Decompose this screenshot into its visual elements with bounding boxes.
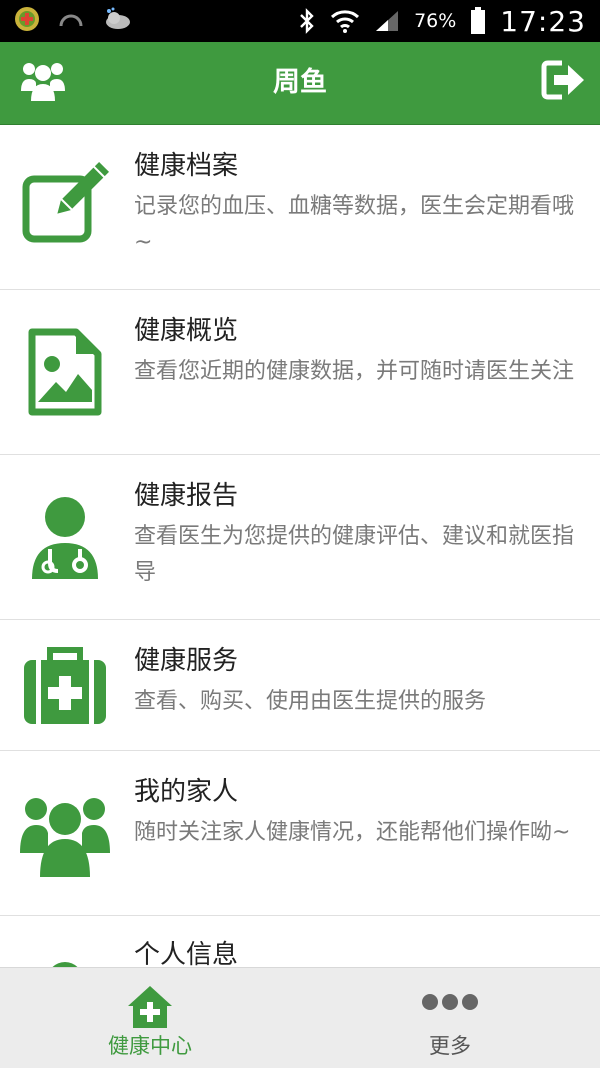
image-file-icon — [28, 328, 102, 416]
page-title: 周鱼 — [273, 67, 327, 98]
status-time: 17:23 — [500, 4, 586, 38]
item-title: 我的家人 — [134, 777, 239, 807]
item-title: 健康概览 — [134, 316, 239, 346]
item-description: 查看您近期的健康数据，并可随时请医生关注 — [134, 359, 575, 384]
tab-health-center[interactable]: 健康中心 — [0, 968, 300, 1068]
item-description: 查看医生为您提供的健康评估、建议和就医指导 — [134, 524, 575, 585]
wifi-icon — [331, 10, 360, 33]
app-header: 周鱼 — [0, 42, 600, 125]
user-icon — [52, 962, 78, 967]
item-description: 查看、购买、使用由医生提供的服务 — [134, 689, 487, 714]
item-title: 健康报告 — [134, 481, 239, 511]
item-title: 个人信息 — [134, 940, 239, 967]
tab-more[interactable]: 更多 — [300, 968, 600, 1068]
item-description: 记录您的血压、血糖等数据，医生会定期看哦~ — [134, 194, 575, 255]
app-notification-icon — [15, 7, 39, 31]
tab-label: 健康中心 — [108, 1034, 192, 1058]
item-description: 随时关注家人健康情况，还能帮他们操作呦~ — [134, 820, 571, 845]
edit-icon — [22, 162, 109, 243]
item-title: 健康档案 — [134, 151, 239, 181]
doctor-icon — [32, 497, 98, 579]
bluetooth-icon — [300, 8, 314, 34]
list-item-health-records[interactable]: 健康档案 记录您的血压、血糖等数据，医生会定期看哦~ — [0, 125, 600, 290]
home-plus-icon — [128, 986, 172, 1028]
bottom-tab-bar: 健康中心 更多 — [0, 967, 600, 1068]
list-item-health-overview[interactable]: 健康概览 查看您近期的健康数据，并可随时请医生关注 — [0, 290, 600, 455]
weather-icon — [106, 7, 130, 29]
list-item-health-report[interactable]: 健康报告 查看医生为您提供的健康评估、建议和就医指导 — [0, 455, 600, 620]
family-icon — [20, 798, 110, 877]
battery-icon — [471, 7, 486, 34]
item-title: 健康服务 — [134, 646, 239, 676]
tab-label: 更多 — [429, 1034, 471, 1058]
list-item-personal-info[interactable]: 个人信息 — [0, 916, 600, 967]
signal-arc-icon — [59, 14, 83, 27]
logout-icon[interactable] — [540, 59, 586, 101]
menu-list: 健康档案 记录您的血压、血糖等数据，医生会定期看哦~ 健康概览 查看您近期的健康… — [0, 125, 600, 967]
battery-percent: 76% — [414, 10, 457, 32]
cell-signal-icon — [376, 11, 399, 31]
medical-kit-icon — [24, 647, 106, 724]
list-item-my-family[interactable]: 我的家人 随时关注家人健康情况，还能帮他们操作呦~ — [0, 751, 600, 916]
more-dots-icon — [422, 994, 478, 1010]
status-bar: 76% 17:23 — [0, 0, 600, 42]
list-item-health-service[interactable]: 健康服务 查看、购买、使用由医生提供的服务 — [0, 620, 600, 751]
